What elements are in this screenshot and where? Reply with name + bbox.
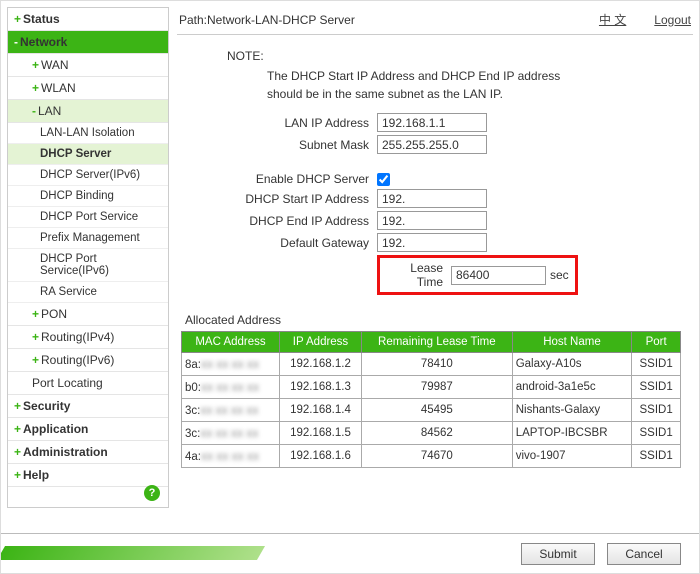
cell-mac: 3c:xx xx xx xx xyxy=(182,422,280,445)
cell-port: SSID1 xyxy=(632,376,681,399)
cancel-button[interactable]: Cancel xyxy=(607,543,681,565)
default-gw-label: Default Gateway xyxy=(177,236,377,250)
nav-lan-isolation[interactable]: LAN-LAN Isolation xyxy=(8,123,168,144)
nav-pon[interactable]: +PON xyxy=(8,303,168,326)
lease-time-input[interactable] xyxy=(451,266,546,285)
allocated-heading: Allocated Address xyxy=(185,313,693,327)
cell-host: vivo-1907 xyxy=(512,445,632,468)
logout-link[interactable]: Logout xyxy=(654,13,691,27)
cell-ip: 192.168.1.5 xyxy=(280,422,362,445)
cell-port: SSID1 xyxy=(632,422,681,445)
nav-security[interactable]: +Security xyxy=(8,395,168,418)
submit-button[interactable]: Submit xyxy=(521,543,595,565)
nav-prefix-mgmt[interactable]: Prefix Management xyxy=(8,228,168,249)
col-lease: Remaining Lease Time xyxy=(361,332,512,353)
nav-port-locating[interactable]: Port Locating xyxy=(8,372,168,395)
col-host: Host Name xyxy=(512,332,632,353)
table-row: b0:xx xx xx xx192.168.1.379987android-3a… xyxy=(182,376,681,399)
table-row: 4a:xx xx xx xx192.168.1.674670vivo-1907S… xyxy=(182,445,681,468)
sidebar: +Status -Network +WAN +WLAN -LAN LAN-LAN… xyxy=(7,7,169,508)
lan-ip-label: LAN IP Address xyxy=(177,116,377,130)
nav-application[interactable]: +Application xyxy=(8,418,168,441)
enable-dhcp-checkbox[interactable] xyxy=(377,173,390,186)
col-mac: MAC Address xyxy=(182,332,280,353)
nav-wan[interactable]: +WAN xyxy=(8,54,168,77)
dhcp-end-label: DHCP End IP Address xyxy=(177,214,377,228)
cell-port: SSID1 xyxy=(632,353,681,376)
help-icon[interactable]: ? xyxy=(144,485,160,501)
nav-routing-v4[interactable]: +Routing(IPv4) xyxy=(8,326,168,349)
cell-host: Nishants-Galaxy xyxy=(512,399,632,422)
cell-mac: 8a:xx xx xx xx xyxy=(182,353,280,376)
nav-dhcp-binding[interactable]: DHCP Binding xyxy=(8,186,168,207)
lease-time-label: Lease Time xyxy=(386,261,451,289)
lease-time-unit: sec xyxy=(550,268,569,282)
cell-port: SSID1 xyxy=(632,445,681,468)
cell-lease: 79987 xyxy=(361,376,512,399)
enable-dhcp-label: Enable DHCP Server xyxy=(177,172,377,186)
nav-wlan[interactable]: +WLAN xyxy=(8,77,168,100)
nav-administration[interactable]: +Administration xyxy=(8,441,168,464)
cell-ip: 192.168.1.4 xyxy=(280,399,362,422)
dhcp-start-label: DHCP Start IP Address xyxy=(177,192,377,206)
cell-host: LAPTOP-IBCSBR xyxy=(512,422,632,445)
cell-lease: 78410 xyxy=(361,353,512,376)
cell-lease: 84562 xyxy=(361,422,512,445)
main-content: Path:Network-LAN-DHCP Server 中 文 Logout … xyxy=(177,7,693,468)
cell-lease: 45495 xyxy=(361,399,512,422)
allocated-table: MAC Address IP Address Remaining Lease T… xyxy=(181,331,681,468)
nav-dhcp-server-v6[interactable]: DHCP Server(IPv6) xyxy=(8,165,168,186)
cell-host: Galaxy-A10s xyxy=(512,353,632,376)
col-ip: IP Address xyxy=(280,332,362,353)
table-row: 3c:xx xx xx xx192.168.1.445495Nishants-G… xyxy=(182,399,681,422)
nav-ra-service[interactable]: RA Service xyxy=(8,282,168,303)
subnet-mask-label: Subnet Mask xyxy=(177,138,377,152)
nav-help[interactable]: +Help xyxy=(8,464,168,487)
cell-mac: b0:xx xx xx xx xyxy=(182,376,280,399)
cell-ip: 192.168.1.3 xyxy=(280,376,362,399)
nav-dhcp-port-service-v6[interactable]: DHCP Port Service(IPv6) xyxy=(8,249,168,282)
subnet-mask-input[interactable] xyxy=(377,135,487,154)
note-text: The DHCP Start IP Address and DHCP End I… xyxy=(267,67,597,103)
nav-routing-v6[interactable]: +Routing(IPv6) xyxy=(8,349,168,372)
dhcp-start-input[interactable] xyxy=(377,189,487,208)
breadcrumb: Path:Network-LAN-DHCP Server xyxy=(179,13,571,27)
lan-ip-input[interactable] xyxy=(377,113,487,132)
cell-ip: 192.168.1.6 xyxy=(280,445,362,468)
nav-dhcp-server[interactable]: DHCP Server xyxy=(8,144,168,165)
lang-link[interactable]: 中 文 xyxy=(599,11,626,28)
table-row: 8a:xx xx xx xx192.168.1.278410Galaxy-A10… xyxy=(182,353,681,376)
cell-host: android-3a1e5c xyxy=(512,376,632,399)
cell-port: SSID1 xyxy=(632,399,681,422)
cell-mac: 3c:xx xx xx xx xyxy=(182,399,280,422)
footer: Submit Cancel xyxy=(1,533,699,573)
lease-time-highlight: Lease Time sec xyxy=(377,255,578,295)
nav-dhcp-port-service[interactable]: DHCP Port Service xyxy=(8,207,168,228)
table-row: 3c:xx xx xx xx192.168.1.584562LAPTOP-IBC… xyxy=(182,422,681,445)
path-bar: Path:Network-LAN-DHCP Server 中 文 Logout xyxy=(177,7,693,35)
cell-mac: 4a:xx xx xx xx xyxy=(182,445,280,468)
nav-lan[interactable]: -LAN xyxy=(8,100,168,123)
dhcp-end-input[interactable] xyxy=(377,211,487,230)
default-gw-input[interactable] xyxy=(377,233,487,252)
nav-network[interactable]: -Network xyxy=(8,31,168,54)
nav-status[interactable]: +Status xyxy=(8,8,168,31)
cell-ip: 192.168.1.2 xyxy=(280,353,362,376)
note-heading: NOTE: xyxy=(227,49,693,63)
col-port: Port xyxy=(632,332,681,353)
cell-lease: 74670 xyxy=(361,445,512,468)
